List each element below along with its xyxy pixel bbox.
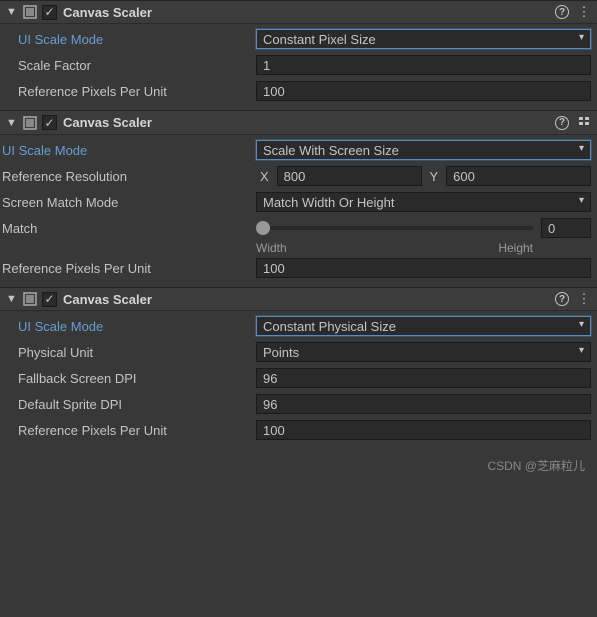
ui-scale-mode-dropdown[interactable]: Scale With Screen Size [256, 140, 591, 160]
physical-unit-row: Physical Unit Points [0, 339, 597, 365]
slider-max-label: Height [498, 241, 533, 255]
component-icon [22, 115, 38, 131]
ref-pixels-row: Reference Pixels Per Unit 100 [0, 78, 597, 104]
foldout-icon[interactable]: ▼ [6, 117, 18, 129]
preset-icon[interactable] [577, 114, 591, 131]
menu-icon[interactable]: ⋮ [577, 292, 591, 306]
help-icon[interactable]: ? [555, 116, 569, 130]
ui-scale-mode-label: UI Scale Mode [2, 143, 256, 158]
ref-resolution-x-input[interactable]: 800 [277, 166, 422, 186]
enable-checkbox[interactable] [42, 115, 57, 130]
canvas-scaler-panel: ▼ Canvas Scaler ? UI Scale Mode Scale Wi… [0, 110, 597, 287]
watermark-text: CSDN @芝麻粒儿 [0, 449, 597, 482]
ref-resolution-y-input[interactable]: 600 [446, 166, 591, 186]
foldout-icon[interactable]: ▼ [6, 6, 18, 18]
screen-match-mode-row: Screen Match Mode Match Width Or Height [0, 189, 597, 215]
component-icon [22, 4, 38, 20]
ref-pixels-input[interactable]: 100 [256, 420, 591, 440]
ref-resolution-label: Reference Resolution [2, 169, 256, 184]
ref-resolution-row: Reference Resolution X 800 Y 600 [0, 163, 597, 189]
help-icon[interactable]: ? [555, 292, 569, 306]
ref-pixels-input[interactable]: 100 [256, 258, 591, 278]
screen-match-mode-dropdown[interactable]: Match Width Or Height [256, 192, 591, 212]
scale-factor-row: Scale Factor 1 [0, 52, 597, 78]
sprite-dpi-input[interactable]: 96 [256, 394, 591, 414]
fallback-dpi-label: Fallback Screen DPI [18, 371, 256, 386]
enable-checkbox[interactable] [42, 292, 57, 307]
ui-scale-mode-row: UI Scale Mode Constant Pixel Size [0, 26, 597, 52]
ref-pixels-row: Reference Pixels Per Unit 100 [0, 417, 597, 443]
ref-pixels-label: Reference Pixels Per Unit [18, 423, 256, 438]
scale-factor-label: Scale Factor [18, 58, 256, 73]
scale-factor-input[interactable]: 1 [256, 55, 591, 75]
slider-min-label: Width [256, 241, 287, 255]
component-header[interactable]: ▼ Canvas Scaler ? ⋮ [0, 287, 597, 311]
ui-scale-mode-row: UI Scale Mode Scale With Screen Size [0, 137, 597, 163]
ref-pixels-row: Reference Pixels Per Unit 100 [0, 255, 597, 281]
slider-thumb[interactable] [256, 221, 270, 235]
match-row: Match 0 [0, 215, 597, 241]
foldout-icon[interactable]: ▼ [6, 293, 18, 305]
ui-scale-mode-label: UI Scale Mode [18, 319, 256, 334]
ui-scale-mode-row: UI Scale Mode Constant Physical Size [0, 313, 597, 339]
ui-scale-mode-label: UI Scale Mode [18, 32, 256, 47]
ui-scale-mode-dropdown[interactable]: Constant Pixel Size [256, 29, 591, 49]
physical-unit-dropdown[interactable]: Points [256, 342, 591, 362]
ref-pixels-input[interactable]: 100 [256, 81, 591, 101]
menu-icon[interactable]: ⋮ [577, 5, 591, 19]
component-title: Canvas Scaler [63, 115, 555, 130]
canvas-scaler-panel: ▼ Canvas Scaler ? ⋮ UI Scale Mode Consta… [0, 287, 597, 449]
component-title: Canvas Scaler [63, 5, 555, 20]
component-title: Canvas Scaler [63, 292, 555, 307]
fallback-dpi-row: Fallback Screen DPI 96 [0, 365, 597, 391]
y-label: Y [426, 169, 443, 184]
ref-pixels-label: Reference Pixels Per Unit [2, 261, 256, 276]
physical-unit-label: Physical Unit [18, 345, 256, 360]
screen-match-mode-label: Screen Match Mode [2, 195, 256, 210]
fallback-dpi-input[interactable]: 96 [256, 368, 591, 388]
component-icon [22, 291, 38, 307]
sprite-dpi-row: Default Sprite DPI 96 [0, 391, 597, 417]
x-label: X [256, 169, 273, 184]
match-value-input[interactable]: 0 [541, 218, 591, 238]
canvas-scaler-panel: ▼ Canvas Scaler ? ⋮ UI Scale Mode Consta… [0, 0, 597, 110]
ui-scale-mode-dropdown[interactable]: Constant Physical Size [256, 316, 591, 336]
match-label: Match [2, 221, 256, 236]
help-icon[interactable]: ? [555, 5, 569, 19]
component-header[interactable]: ▼ Canvas Scaler ? ⋮ [0, 0, 597, 24]
sprite-dpi-label: Default Sprite DPI [18, 397, 256, 412]
component-header[interactable]: ▼ Canvas Scaler ? [0, 110, 597, 135]
enable-checkbox[interactable] [42, 5, 57, 20]
ref-pixels-label: Reference Pixels Per Unit [18, 84, 256, 99]
match-slider[interactable] [256, 226, 533, 230]
